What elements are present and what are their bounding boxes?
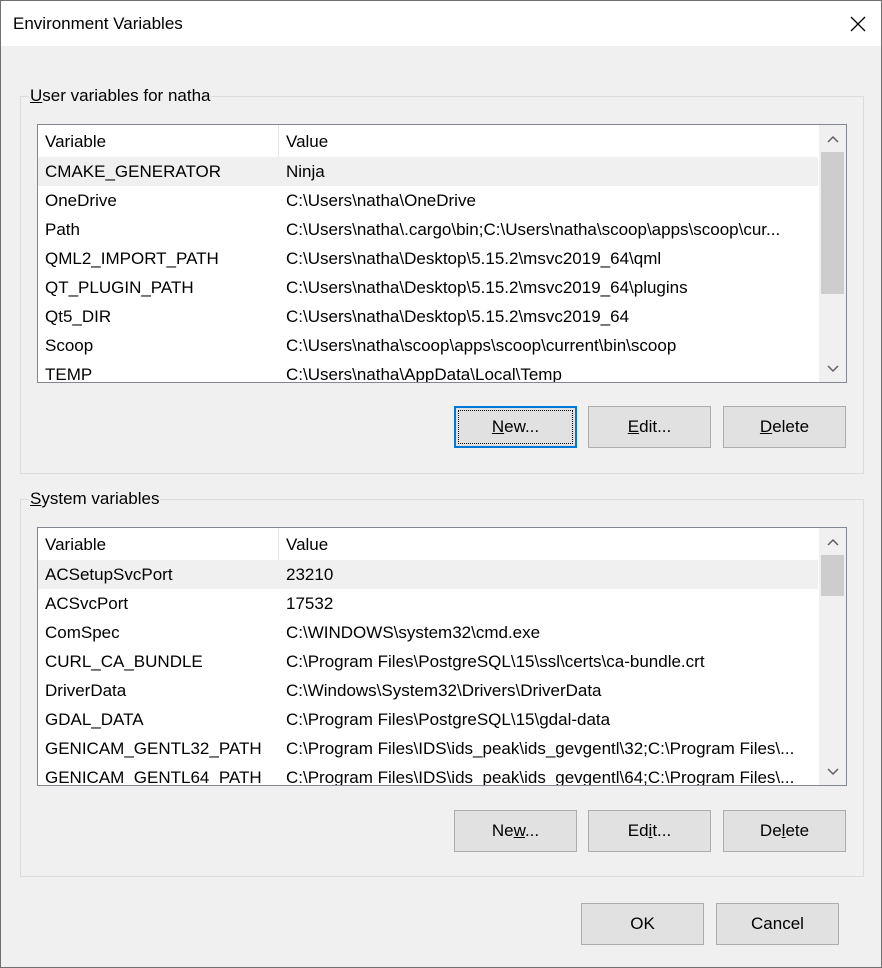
table-row[interactable]: DriverData C:\Windows\System32\Drivers\Dr… <box>38 676 818 705</box>
table-row[interactable]: CURL_CA_BUNDLE C:\Program Files\PostgreSQ… <box>38 647 818 676</box>
table-row[interactable]: ACSvcPort 17532 <box>38 589 818 618</box>
column-header-variable[interactable]: Variable <box>38 125 279 157</box>
table-row[interactable]: Scoop C:\Users\natha\scoop\apps\scoop\cur… <box>38 331 818 360</box>
column-header-value[interactable]: Value <box>279 528 818 560</box>
list-rows: CMAKE_GENERATOR Ninja OneDrive C:\Users\nat… <box>38 157 818 383</box>
variable-value-cell: Ninja <box>286 162 325 181</box>
variable-name-cell: QT_PLUGIN_PATH <box>45 278 194 297</box>
variable-name-cell: Scoop <box>45 336 94 355</box>
variable-value-cell: 17532 <box>286 594 334 613</box>
variable-value-cell: C:\Users\natha\scoop\apps\scoop\current\… <box>286 336 677 355</box>
list-header: Variable Value <box>38 528 818 560</box>
window-title: Environment Variables <box>13 14 183 33</box>
table-row[interactable]: GDAL_DATA C:\Program Files\PostgreSQL\15\… <box>38 705 818 734</box>
variable-value-cell: C:\Program Files\IDS\ids_peak\ids_gevgen… <box>286 768 795 786</box>
variable-name-cell: CURL_CA_BUNDLE <box>45 652 203 671</box>
system-edit-button[interactable]: Edit... <box>588 810 711 852</box>
user-variables-label: User variables for natha <box>29 86 212 106</box>
user-variables-list[interactable]: Variable Value CMAKE_GENERATOR Ninja OneDr… <box>37 124 847 383</box>
variable-value-cell: 23210 <box>286 565 334 584</box>
column-header-value[interactable]: Value <box>279 125 818 157</box>
variable-name-cell: QML2_IMPORT_PATH <box>45 249 219 268</box>
scroll-down-button[interactable] <box>819 355 846 382</box>
scroll-down-button[interactable] <box>819 758 846 785</box>
vertical-scrollbar[interactable] <box>819 528 846 785</box>
user-edit-button[interactable]: Edit... <box>588 406 711 448</box>
variable-name-cell: Qt5_DIR <box>45 307 112 326</box>
variable-name-cell: GENICAM_GENTL32_PATH <box>45 739 262 758</box>
variable-name-cell: TEMP <box>45 365 93 383</box>
variable-name-cell: GENICAM_GENTL64_PATH <box>45 768 262 786</box>
variable-name-cell: GDAL_DATA <box>45 710 144 729</box>
table-row[interactable]: OneDrive C:\Users\natha\OneDrive <box>38 186 818 215</box>
cancel-button[interactable]: Cancel <box>716 903 839 945</box>
system-delete-button[interactable]: Delete <box>723 810 846 852</box>
chevron-down-icon <box>826 767 839 775</box>
variable-value-cell: C:\Users\natha\Desktop\5.15.2\msvc2019_6… <box>286 307 630 326</box>
column-header-variable[interactable]: Variable <box>38 528 279 560</box>
variable-name-cell: Path <box>45 220 80 239</box>
variable-value-cell: C:\Windows\System32\Drivers\DriverData <box>286 681 602 700</box>
variable-value-cell: C:\Users\natha\OneDrive <box>286 191 476 210</box>
variable-name-cell: CMAKE_GENERATOR <box>45 162 222 181</box>
user-variables-group: User variables for natha Variable Value … <box>20 86 864 474</box>
variable-value-cell: C:\WINDOWS\system32\cmd.exe <box>286 623 541 642</box>
variable-name-cell: DriverData <box>45 681 127 700</box>
scroll-thumb[interactable] <box>821 555 844 596</box>
environment-variables-dialog: Environment Variables User variables for… <box>0 0 882 968</box>
vertical-scrollbar[interactable] <box>819 125 846 382</box>
table-row[interactable]: GENICAM_GENTL64_PATH C:\Program Files\IDS… <box>38 763 818 786</box>
table-row[interactable]: ComSpec C:\WINDOWS\system32\cmd.exe <box>38 618 818 647</box>
system-new-button[interactable]: New... <box>454 810 577 852</box>
variable-name-cell: ACSvcPort <box>45 594 129 613</box>
close-button[interactable] <box>835 1 881 46</box>
table-row[interactable]: QML2_IMPORT_PATH C:\Users\natha\Desktop\5… <box>38 244 818 273</box>
list-header: Variable Value <box>38 125 818 157</box>
variable-value-cell: C:\Program Files\IDS\ids_peak\ids_gevgen… <box>286 739 795 758</box>
chevron-down-icon <box>826 364 839 372</box>
table-row[interactable]: Path C:\Users\natha\.cargo\bin;C:\Users\n… <box>38 215 818 244</box>
variable-value-cell: C:\Program Files\PostgreSQL\15\ssl\certs… <box>286 652 705 671</box>
table-row[interactable]: TEMP C:\Users\natha\AppData\Local\Temp <box>38 360 818 383</box>
close-icon <box>850 16 866 31</box>
chevron-up-icon <box>826 135 839 143</box>
list-rows: ACSetupSvcPort 23210 ACSvcPort 17532 ComSpec… <box>38 560 818 786</box>
variable-value-cell: C:\Users\natha\Desktop\5.15.2\msvc2019_6… <box>286 249 662 268</box>
table-row[interactable]: QT_PLUGIN_PATH C:\Users\natha\Desktop\5.1… <box>38 273 818 302</box>
variable-value-cell: C:\Users\natha\.cargo\bin;C:\Users\natha… <box>286 220 781 239</box>
variable-name-cell: OneDrive <box>45 191 117 210</box>
scroll-up-button[interactable] <box>819 528 846 555</box>
variable-name-cell: ACSetupSvcPort <box>45 565 173 584</box>
variable-value-cell: C:\Program Files\PostgreSQL\15\gdal-data <box>286 710 611 729</box>
user-delete-button[interactable]: Delete <box>723 406 846 448</box>
scroll-up-button[interactable] <box>819 125 846 152</box>
title-bar: Environment Variables <box>1 1 881 46</box>
table-row[interactable]: ACSetupSvcPort 23210 <box>38 560 818 589</box>
table-row[interactable]: CMAKE_GENERATOR Ninja <box>38 157 818 186</box>
variable-name-cell: ComSpec <box>45 623 120 642</box>
user-new-button[interactable]: New... <box>454 406 577 448</box>
scroll-thumb[interactable] <box>821 152 844 294</box>
variable-value-cell: C:\Users\natha\Desktop\5.15.2\msvc2019_6… <box>286 278 688 297</box>
system-variables-label: System variables <box>29 489 161 509</box>
table-row[interactable]: Qt5_DIR C:\Users\natha\Desktop\5.15.2\msv… <box>38 302 818 331</box>
variable-value-cell: C:\Users\natha\AppData\Local\Temp <box>286 365 562 383</box>
system-variables-list[interactable]: Variable Value ACSetupSvcPort 23210 ACSvcP… <box>37 527 847 786</box>
table-row[interactable]: GENICAM_GENTL32_PATH C:\Program Files\IDS… <box>38 734 818 763</box>
ok-button[interactable]: OK <box>581 903 704 945</box>
system-variables-group: System variables Variable Value ACSetupS… <box>20 489 864 877</box>
chevron-up-icon <box>826 538 839 546</box>
